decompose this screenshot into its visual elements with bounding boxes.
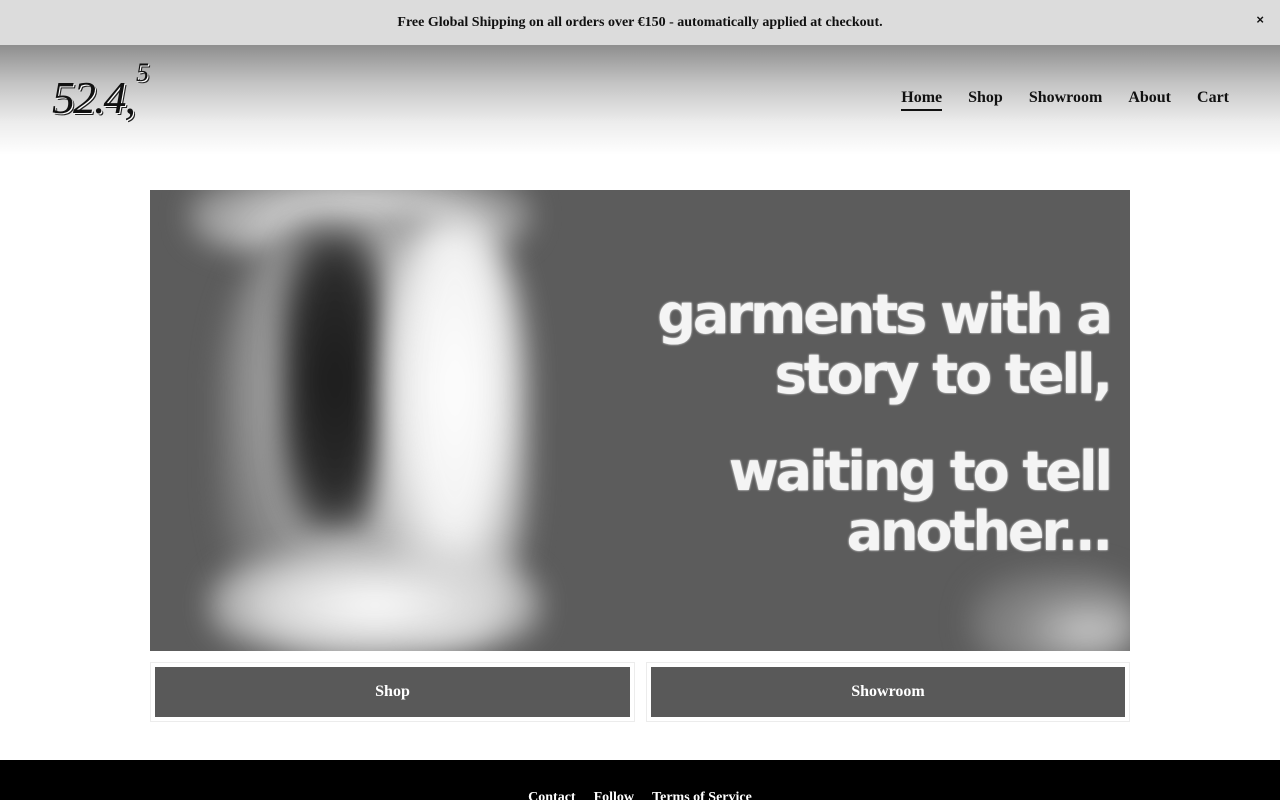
logo-superscript: 5 (136, 57, 149, 87)
nav-cart[interactable]: Cart (1197, 89, 1229, 111)
site-logo[interactable]: 52.4,5 (52, 59, 149, 123)
nav-showroom[interactable]: Showroom (1029, 89, 1103, 111)
cta-row: Shop Showroom (150, 662, 1130, 722)
announcement-text: Free Global Shipping on all orders over … (397, 14, 883, 30)
nav-shop[interactable]: Shop (968, 89, 1003, 111)
showroom-button-frame: Showroom (646, 662, 1130, 722)
close-icon[interactable]: × (1256, 12, 1264, 27)
logo-main-text: 52.4, (52, 72, 136, 123)
hero-banner: garments with a story to tell, waiting t… (150, 190, 1130, 651)
footer-link-contact[interactable]: Contact (528, 790, 575, 800)
hero-photo-shadow (280, 230, 390, 530)
main-nav: Home Shop Showroom About Cart (901, 89, 1229, 111)
footer-link-terms[interactable]: Terms of Service (652, 790, 752, 800)
hero-tagline-line-3: waiting to tell another... (728, 439, 1113, 564)
site-header: 52.4,5 Home Shop Showroom About Cart (0, 45, 1280, 155)
hero-tagline-line-2: story to tell, (774, 343, 1113, 407)
announcement-bar: Free Global Shipping on all orders over … (0, 0, 1280, 45)
shop-button[interactable]: Shop (155, 667, 630, 717)
footer-link-follow[interactable]: Follow (594, 790, 634, 800)
hero-tagline-line-1: garments with a (657, 283, 1113, 346)
hero-tagline: garments with a story to tell, waiting t… (550, 283, 1113, 564)
hero-photo-hem (210, 550, 540, 651)
nav-about[interactable]: About (1128, 89, 1171, 111)
hero-photo-corner-light (970, 570, 1130, 651)
shop-button-frame: Shop (150, 662, 635, 722)
nav-home[interactable]: Home (901, 89, 943, 111)
site-footer: Contact Follow Terms of Service (0, 760, 1280, 800)
showroom-button[interactable]: Showroom (651, 667, 1125, 717)
